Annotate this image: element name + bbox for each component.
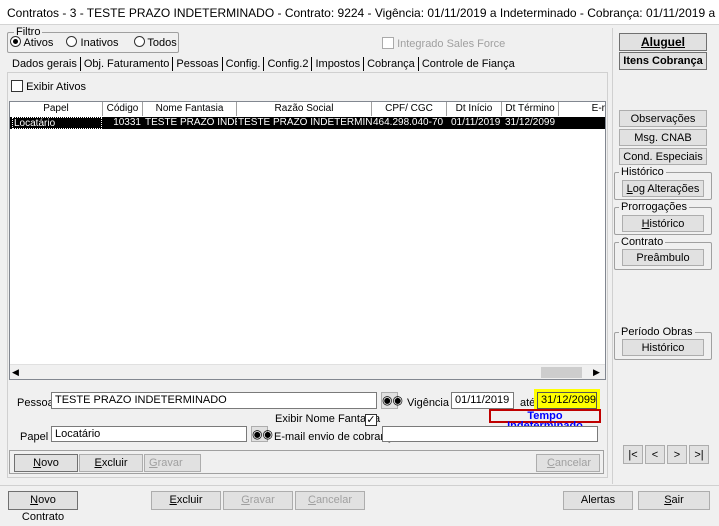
- tab-controle-fianca[interactable]: Controle de Fiança: [417, 57, 518, 71]
- observacoes-button[interactable]: Observações: [619, 110, 707, 127]
- ate-label: até: [520, 397, 536, 409]
- horizontal-scrollbar[interactable]: ◀ ▶: [10, 364, 605, 379]
- column-header[interactable]: Razão Social: [237, 102, 372, 116]
- prorrogacoes-historico-button[interactable]: Histórico: [622, 215, 704, 232]
- binoculars-icon: ◉◉: [252, 427, 273, 441]
- email-input[interactable]: [382, 426, 598, 442]
- checkbox-icon: [382, 37, 394, 49]
- vigencia-start-input[interactable]: 01/11/2019: [451, 392, 514, 409]
- bottom-excluir-button[interactable]: Excluir: [151, 491, 221, 510]
- column-header[interactable]: Dt Término: [502, 102, 559, 116]
- papel-search-button[interactable]: ◉◉: [251, 426, 273, 442]
- bottom-toolbar-divider: [0, 485, 719, 486]
- tab-dados-gerais[interactable]: Dados gerais: [9, 57, 80, 71]
- radio-icon: [133, 36, 145, 47]
- tab-pessoas[interactable]: Pessoas: [172, 57, 222, 71]
- table-cell: 10331: [113, 117, 141, 128]
- periodo-obras-historico-button[interactable]: Histórico: [622, 339, 704, 356]
- papel-input[interactable]: Locatário: [51, 426, 247, 442]
- pessoa-input[interactable]: TESTE PRAZO INDETERMINADO: [51, 392, 377, 409]
- table-cell: TESTE PRAZO INDETE: [145, 117, 237, 128]
- table-cell: 31/12/2099: [505, 117, 556, 128]
- tab-strip: Dados gerais Obj. Faturamento Pessoas Confi…: [9, 57, 518, 71]
- radio-icon: [10, 36, 21, 47]
- tab-obj-faturamento[interactable]: Obj. Faturamento: [79, 57, 173, 71]
- binoculars-icon: ◉◉: [382, 393, 403, 407]
- nav-first-button[interactable]: |<: [623, 445, 643, 464]
- table-cell: TESTE PRAZO INDETERMINADO: [238, 117, 372, 128]
- table-row[interactable]: Locatário 10331 TESTE PRAZO INDETE TESTE…: [10, 117, 605, 129]
- pessoa-search-button[interactable]: ◉◉: [381, 392, 403, 409]
- radio-icon: [66, 36, 78, 47]
- novo-button[interactable]: Novo: [14, 454, 78, 472]
- email-label: E-mail envio de cobrança: [274, 431, 399, 443]
- scroll-right-icon[interactable]: ▶: [593, 365, 600, 379]
- column-header[interactable]: CPF/ CGC: [372, 102, 447, 116]
- itens-cobranca-button[interactable]: Itens Cobrança: [619, 52, 707, 70]
- pessoa-label: Pessoa: [17, 397, 54, 409]
- tempo-indeterminado-badge: Tempo Indeterminado: [489, 409, 601, 432]
- alertas-button[interactable]: Alertas: [563, 491, 633, 510]
- sidebar-separator: [612, 28, 613, 484]
- column-header[interactable]: Dt Início: [447, 102, 502, 116]
- column-header[interactable]: E-r: [559, 102, 605, 116]
- persons-grid[interactable]: Papel Código Nome Fantasia Razão Social …: [9, 101, 606, 380]
- table-cell: 464.298.040-70: [373, 117, 444, 128]
- table-cell: [560, 117, 605, 129]
- table-cell: Locatário: [12, 117, 102, 129]
- filter-group: Filtro Ativos Inativos Todos: [7, 26, 179, 53]
- novo-contrato-button[interactable]: Novo Contrato: [8, 491, 78, 523]
- nav-last-button[interactable]: >|: [689, 445, 709, 464]
- filter-inativos-radio[interactable]: Inativos: [66, 36, 118, 49]
- preambulo-button[interactable]: Preâmbulo: [622, 249, 704, 266]
- cancelar-button[interactable]: Cancelar: [536, 454, 600, 472]
- filter-ativos-radio[interactable]: Ativos: [10, 36, 53, 49]
- checkbox-icon: [11, 80, 23, 92]
- aluguel-button[interactable]: Aluguel: [619, 33, 707, 51]
- scroll-left-icon[interactable]: ◀: [12, 365, 19, 379]
- tab-config2[interactable]: Config.2: [263, 57, 311, 71]
- exibir-ativos-checkbox[interactable]: Exibir Ativos: [11, 80, 86, 93]
- log-alteracoes-button[interactable]: Log Alterações: [622, 180, 704, 197]
- window-title: Contratos - 3 - TESTE PRAZO INDETERMINAD…: [0, 0, 719, 25]
- table-cell: 01/11/2019: [451, 117, 501, 128]
- column-header[interactable]: Nome Fantasia: [143, 102, 237, 116]
- msg-cnab-button[interactable]: Msg. CNAB: [619, 129, 707, 146]
- tab-cobranca[interactable]: Cobrança: [363, 57, 418, 71]
- gravar-button[interactable]: Gravar: [144, 454, 201, 472]
- nav-next-button[interactable]: >: [667, 445, 687, 464]
- sair-button[interactable]: Sair: [638, 491, 710, 510]
- exibir-nome-fantasia-checkbox[interactable]: ✓: [365, 412, 377, 426]
- integrado-sales-force-checkbox[interactable]: Integrado Sales Force: [382, 37, 505, 50]
- excluir-button[interactable]: Excluir: [79, 454, 143, 472]
- tab-config[interactable]: Config.: [221, 57, 264, 71]
- tab-impostos[interactable]: Impostos: [311, 57, 363, 71]
- scroll-thumb[interactable]: [541, 367, 582, 378]
- bottom-gravar-button[interactable]: Gravar: [223, 491, 293, 510]
- column-header[interactable]: Código: [103, 102, 143, 116]
- bottom-cancelar-button[interactable]: Cancelar: [295, 491, 365, 510]
- nav-prev-button[interactable]: <: [645, 445, 665, 464]
- checkmark-icon: ✓: [365, 414, 377, 426]
- column-header[interactable]: Papel: [10, 102, 103, 116]
- filter-todos-radio[interactable]: Todos: [133, 36, 177, 49]
- vigencia-end-input[interactable]: 31/12/2099: [537, 392, 597, 409]
- papel-label: Papel: [20, 431, 49, 443]
- cond-especiais-button[interactable]: Cond. Especiais: [619, 148, 707, 165]
- vigencia-label: Vigência: [407, 397, 449, 409]
